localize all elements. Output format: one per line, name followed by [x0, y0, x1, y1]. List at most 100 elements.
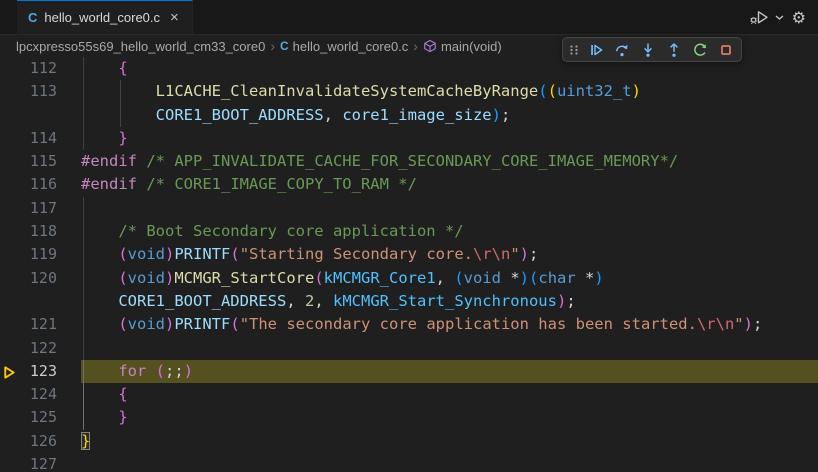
tab-bar: C hello_world_core0.c × ⚙: [0, 0, 818, 35]
run-or-debug-icon[interactable]: [747, 7, 771, 27]
gutter: 115: [0, 150, 81, 173]
code-token: ;: [529, 245, 539, 264]
line-number[interactable]: 124: [0, 383, 81, 406]
line-number[interactable]: 117: [0, 197, 81, 220]
line-number[interactable]: 113: [0, 80, 81, 103]
code-token: /* CORE1_IMAGE_COPY_TO_RAM */: [146, 175, 417, 194]
code-line-113: 113 L1CACHE_CleanInvalidateSystemCacheBy…: [0, 80, 818, 104]
settings-gear-icon[interactable]: ⚙: [790, 6, 808, 29]
code-token: ": [510, 245, 520, 264]
code-token: ): [519, 245, 529, 264]
close-icon[interactable]: ×: [167, 9, 182, 26]
restart-icon[interactable]: [687, 39, 712, 60]
code-line-121: 121 (void)PRINTF("The secondary core app…: [0, 313, 818, 337]
code-content[interactable]: }: [81, 430, 818, 453]
gutter: 118: [0, 220, 81, 243]
code-content[interactable]: }: [81, 406, 818, 430]
line-number[interactable]: 116: [0, 173, 81, 196]
code-content[interactable]: CORE1_BOOT_ADDRESS, 2, kMCMGR_Start_Sync…: [81, 289, 818, 314]
line-number[interactable]: 125: [0, 406, 81, 429]
code-token: void: [127, 268, 165, 287]
breadcrumb-project[interactable]: lpcxpresso55s69_hello_world_cm33_core0: [16, 39, 265, 54]
code-token: (: [529, 268, 539, 287]
indent-guide: [82, 383, 84, 407]
code-token: ,: [286, 291, 305, 310]
code-content[interactable]: (void)PRINTF("Starting Secondary core.\r…: [81, 243, 818, 267]
code-token: void: [127, 315, 165, 334]
code-content[interactable]: [81, 453, 818, 472]
code-content[interactable]: /* Boot Secondary core application */: [81, 220, 818, 244]
code-token: core1_image_size: [342, 105, 492, 124]
continue-icon[interactable]: [583, 39, 608, 60]
code-line-117: 117: [0, 196, 818, 221]
code-content[interactable]: for (;;): [81, 359, 818, 384]
code-line-wrap: CORE1_BOOT_ADDRESS, 2, kMCMGR_Start_Sync…: [0, 289, 818, 314]
code-token: L1CACHE_CleanInvalidateSystemCacheByRang…: [155, 82, 539, 101]
code-content[interactable]: (void)MCMGR_StartCore(kMCMGR_Core1, (voi…: [81, 266, 818, 290]
line-number[interactable]: 127: [0, 453, 81, 472]
editor-actions: ⚙: [746, 0, 818, 34]
gutter: 120: [0, 267, 81, 290]
line-number[interactable]: 121: [0, 313, 81, 336]
code-line-124: 124 {: [0, 383, 818, 407]
code-content[interactable]: #endif /* APP_INVALIDATE_CACHE_FOR_SECON…: [81, 150, 818, 173]
indent-guide: [82, 289, 84, 314]
indent-guide: [82, 359, 84, 384]
indent-guide: [82, 80, 84, 104]
code-token: *: [575, 268, 595, 287]
code-token: ;: [752, 315, 763, 334]
line-number[interactable]: 115: [0, 150, 81, 173]
code-content[interactable]: L1CACHE_CleanInvalidateSystemCacheByRang…: [81, 80, 818, 104]
code-token: }: [118, 128, 128, 147]
step-over-icon[interactable]: [609, 39, 634, 60]
indent-guide: [119, 80, 121, 104]
gripper-icon[interactable]: [566, 39, 582, 60]
code-token: CORE1_BOOT_ADDRESS: [118, 291, 287, 310]
line-number[interactable]: 118: [0, 220, 81, 243]
breadcrumb-symbol[interactable]: main(void): [423, 39, 502, 54]
breadcrumb-file[interactable]: C hello_world_core0.c: [280, 39, 408, 54]
tab-hello-world-core0[interactable]: C hello_world_core0.c ×: [17, 0, 193, 34]
code-token: 2: [304, 291, 315, 310]
gutter: [0, 104, 81, 127]
indent-guide: [82, 126, 84, 151]
gutter: 125: [0, 406, 81, 429]
code-content[interactable]: CORE1_BOOT_ADDRESS, core1_image_size);: [81, 103, 818, 127]
code-token: ): [491, 105, 501, 124]
step-out-icon[interactable]: [661, 39, 686, 60]
line-number[interactable]: 112: [0, 57, 81, 80]
indent-guide: [82, 57, 84, 81]
line-number[interactable]: 120: [0, 267, 81, 290]
step-into-icon[interactable]: [635, 39, 660, 60]
code-token: PRINTF: [174, 315, 231, 334]
line-number[interactable]: 122: [0, 337, 81, 360]
line-number[interactable]: 114: [0, 127, 81, 150]
code-content[interactable]: #endif /* CORE1_IMAGE_COPY_TO_RAM */: [81, 173, 818, 196]
code-token: ): [519, 268, 530, 287]
stop-icon[interactable]: [713, 39, 738, 60]
code-content[interactable]: [81, 196, 818, 221]
code-token: #endif: [81, 152, 137, 171]
tab-bar-empty-space: [192, 0, 747, 34]
gutter: 124: [0, 383, 81, 406]
code-editor[interactable]: 112 {113 L1CACHE_CleanInvalidateSystemCa…: [0, 57, 818, 472]
code-line-115: 115 #endif /* APP_INVALIDATE_CACHE_FOR_SE…: [0, 150, 818, 173]
indent-guide: [82, 243, 84, 267]
chevron-down-icon[interactable]: [773, 12, 786, 23]
line-number[interactable]: 126: [0, 430, 81, 453]
code-line-116: 116 #endif /* CORE1_IMAGE_COPY_TO_RAM */: [0, 173, 818, 196]
line-number[interactable]: 119: [0, 243, 81, 266]
code-content[interactable]: (void)PRINTF("The secondary core applica…: [81, 313, 818, 337]
code-content[interactable]: }: [81, 126, 818, 151]
code-content[interactable]: {: [81, 383, 818, 407]
code-content[interactable]: [81, 336, 818, 360]
code-token: (: [118, 268, 128, 287]
